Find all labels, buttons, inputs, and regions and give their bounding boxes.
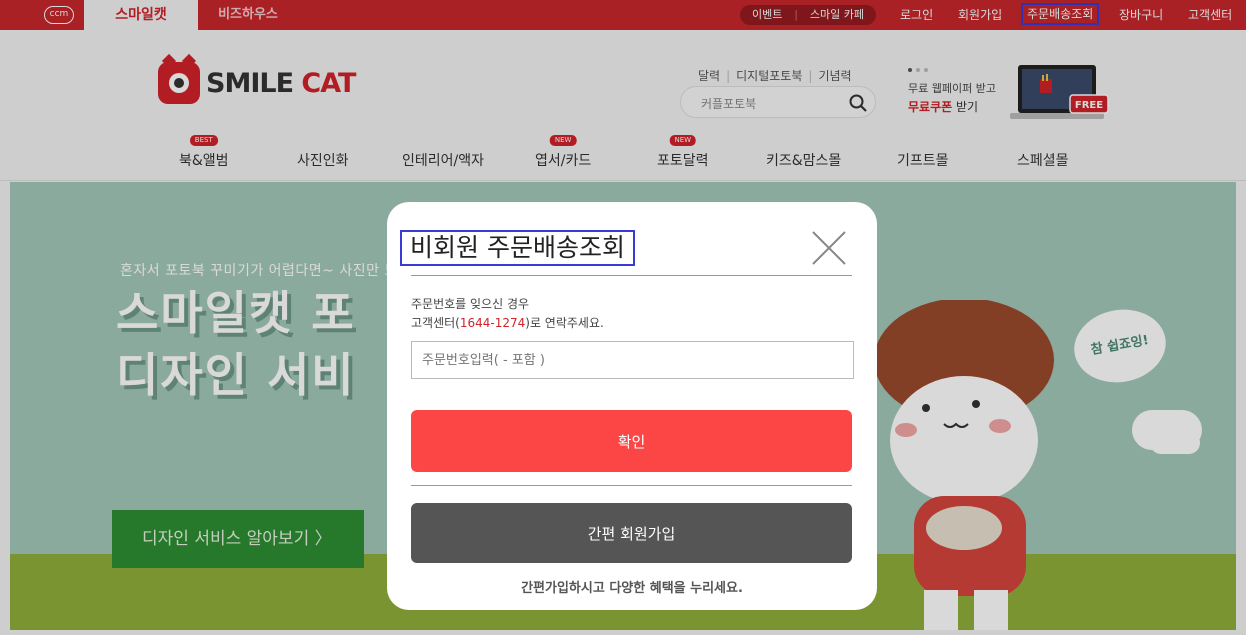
signup-benefit-text: 간편가입하시고 다양한 혜택을 누리세요. <box>521 581 743 596</box>
customer-center-phone: 1644-1274 <box>459 316 526 330</box>
confirm-button[interactable]: 확인 <box>411 410 852 472</box>
close-icon[interactable] <box>811 230 847 266</box>
modal-divider <box>411 275 852 276</box>
guest-order-tracking-modal: 비회원 주문배송조회 주문번호를 잊으신 경우 고객센터(1644-1274)로… <box>387 202 877 610</box>
modal-divider <box>411 485 852 486</box>
quick-signup-button[interactable]: 간편 회원가입 <box>411 503 852 563</box>
order-number-input[interactable] <box>411 341 854 379</box>
modal-title: 비회원 주문배송조회 <box>400 230 635 266</box>
contact-info: 고객센터(1644-1274)로 연락주세요. <box>411 316 604 330</box>
forgot-order-info: 주문번호를 잊으신 경우 <box>411 297 530 311</box>
